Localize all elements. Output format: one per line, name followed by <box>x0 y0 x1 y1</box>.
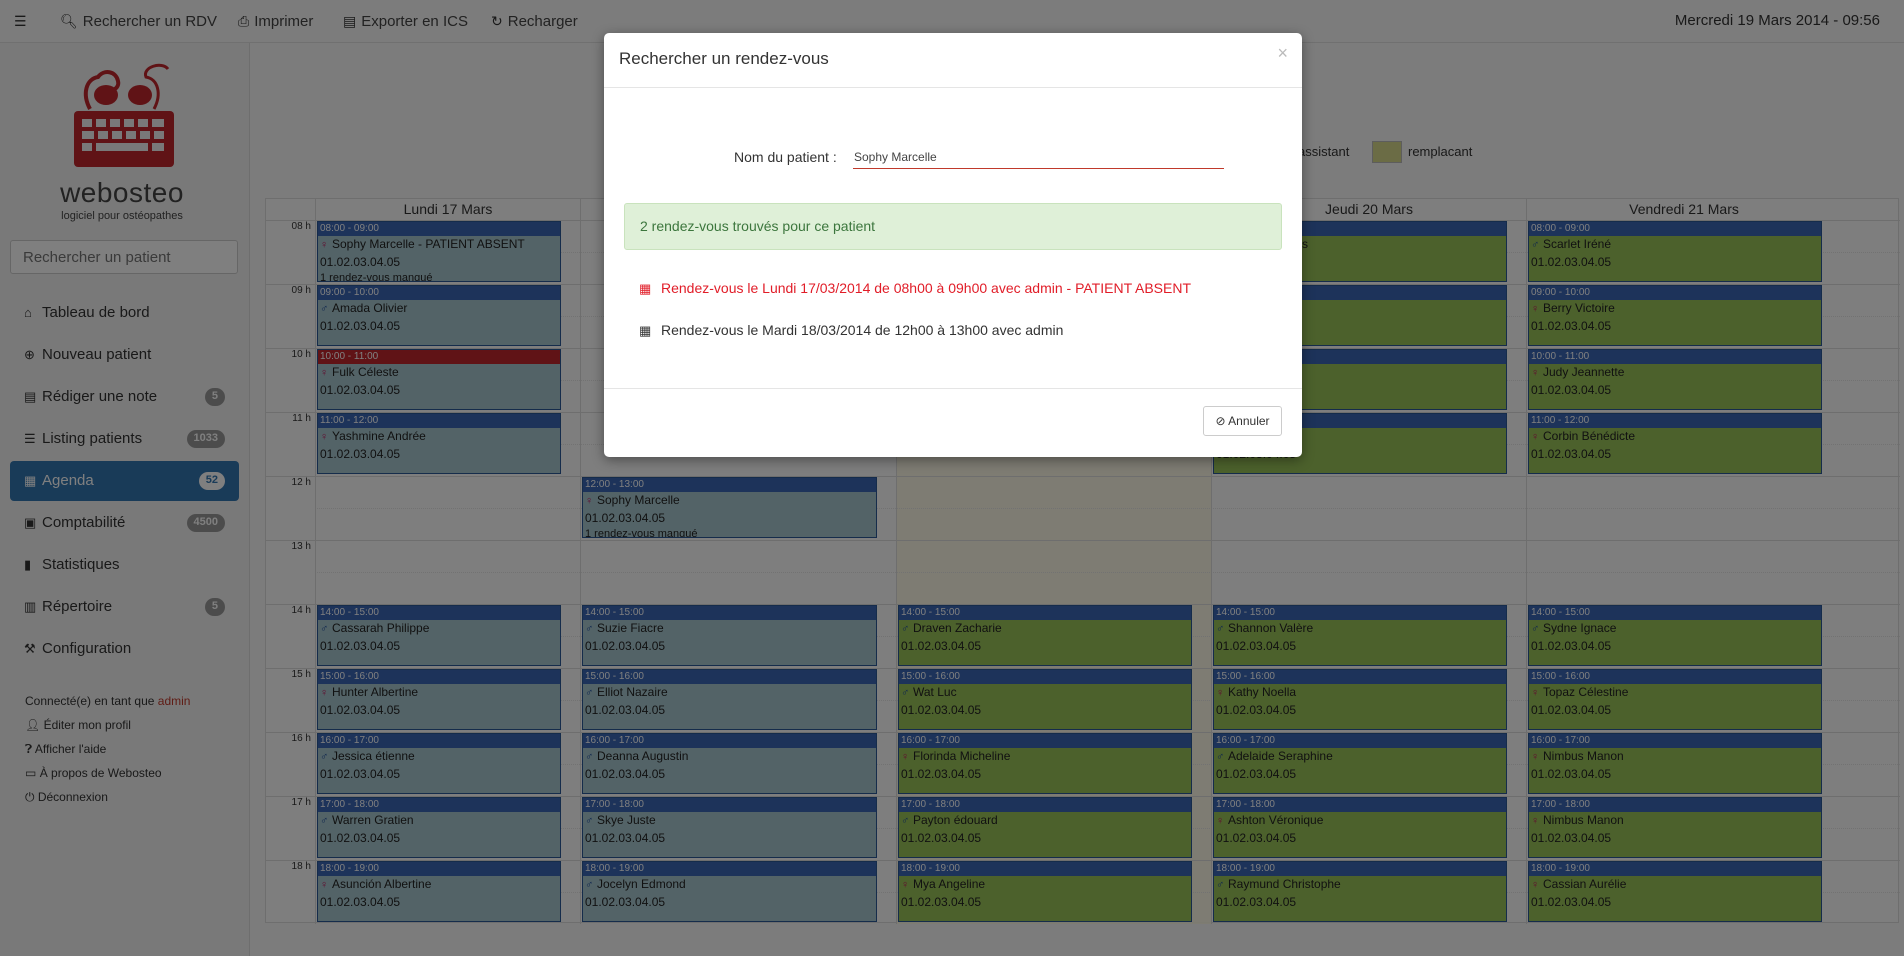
modal-header: Rechercher un rendez-vous × <box>604 33 1302 88</box>
cancel-label: Annuler <box>1228 414 1270 428</box>
calendar-icon: ▦ <box>639 281 652 296</box>
result-text: Rendez-vous le Mardi 18/03/2014 de 12h00… <box>661 322 1064 338</box>
patient-name-label: Nom du patient : <box>734 149 837 165</box>
calendar-icon: ▦ <box>639 323 652 338</box>
modal-title: Rechercher un rendez-vous <box>619 49 829 68</box>
search-appointment-modal: Rechercher un rendez-vous × Nom du patie… <box>604 33 1302 457</box>
result-text: Rendez-vous le Lundi 17/03/2014 de 08h00… <box>661 280 1191 296</box>
results-count-alert: 2 rendez-vous trouvés pour ce patient <box>624 203 1282 250</box>
result-item-absent[interactable]: ▦ Rendez-vous le Lundi 17/03/2014 de 08h0… <box>639 280 1191 297</box>
result-item[interactable]: ▦ Rendez-vous le Mardi 18/03/2014 de 12h0… <box>639 322 1063 339</box>
modal-footer <box>604 388 1302 389</box>
close-button[interactable]: × <box>1277 43 1288 64</box>
ban-icon: ⊘ <box>1215 414 1226 428</box>
cancel-button[interactable]: ⊘ Annuler <box>1203 406 1282 436</box>
patient-name-input[interactable] <box>853 145 1224 169</box>
